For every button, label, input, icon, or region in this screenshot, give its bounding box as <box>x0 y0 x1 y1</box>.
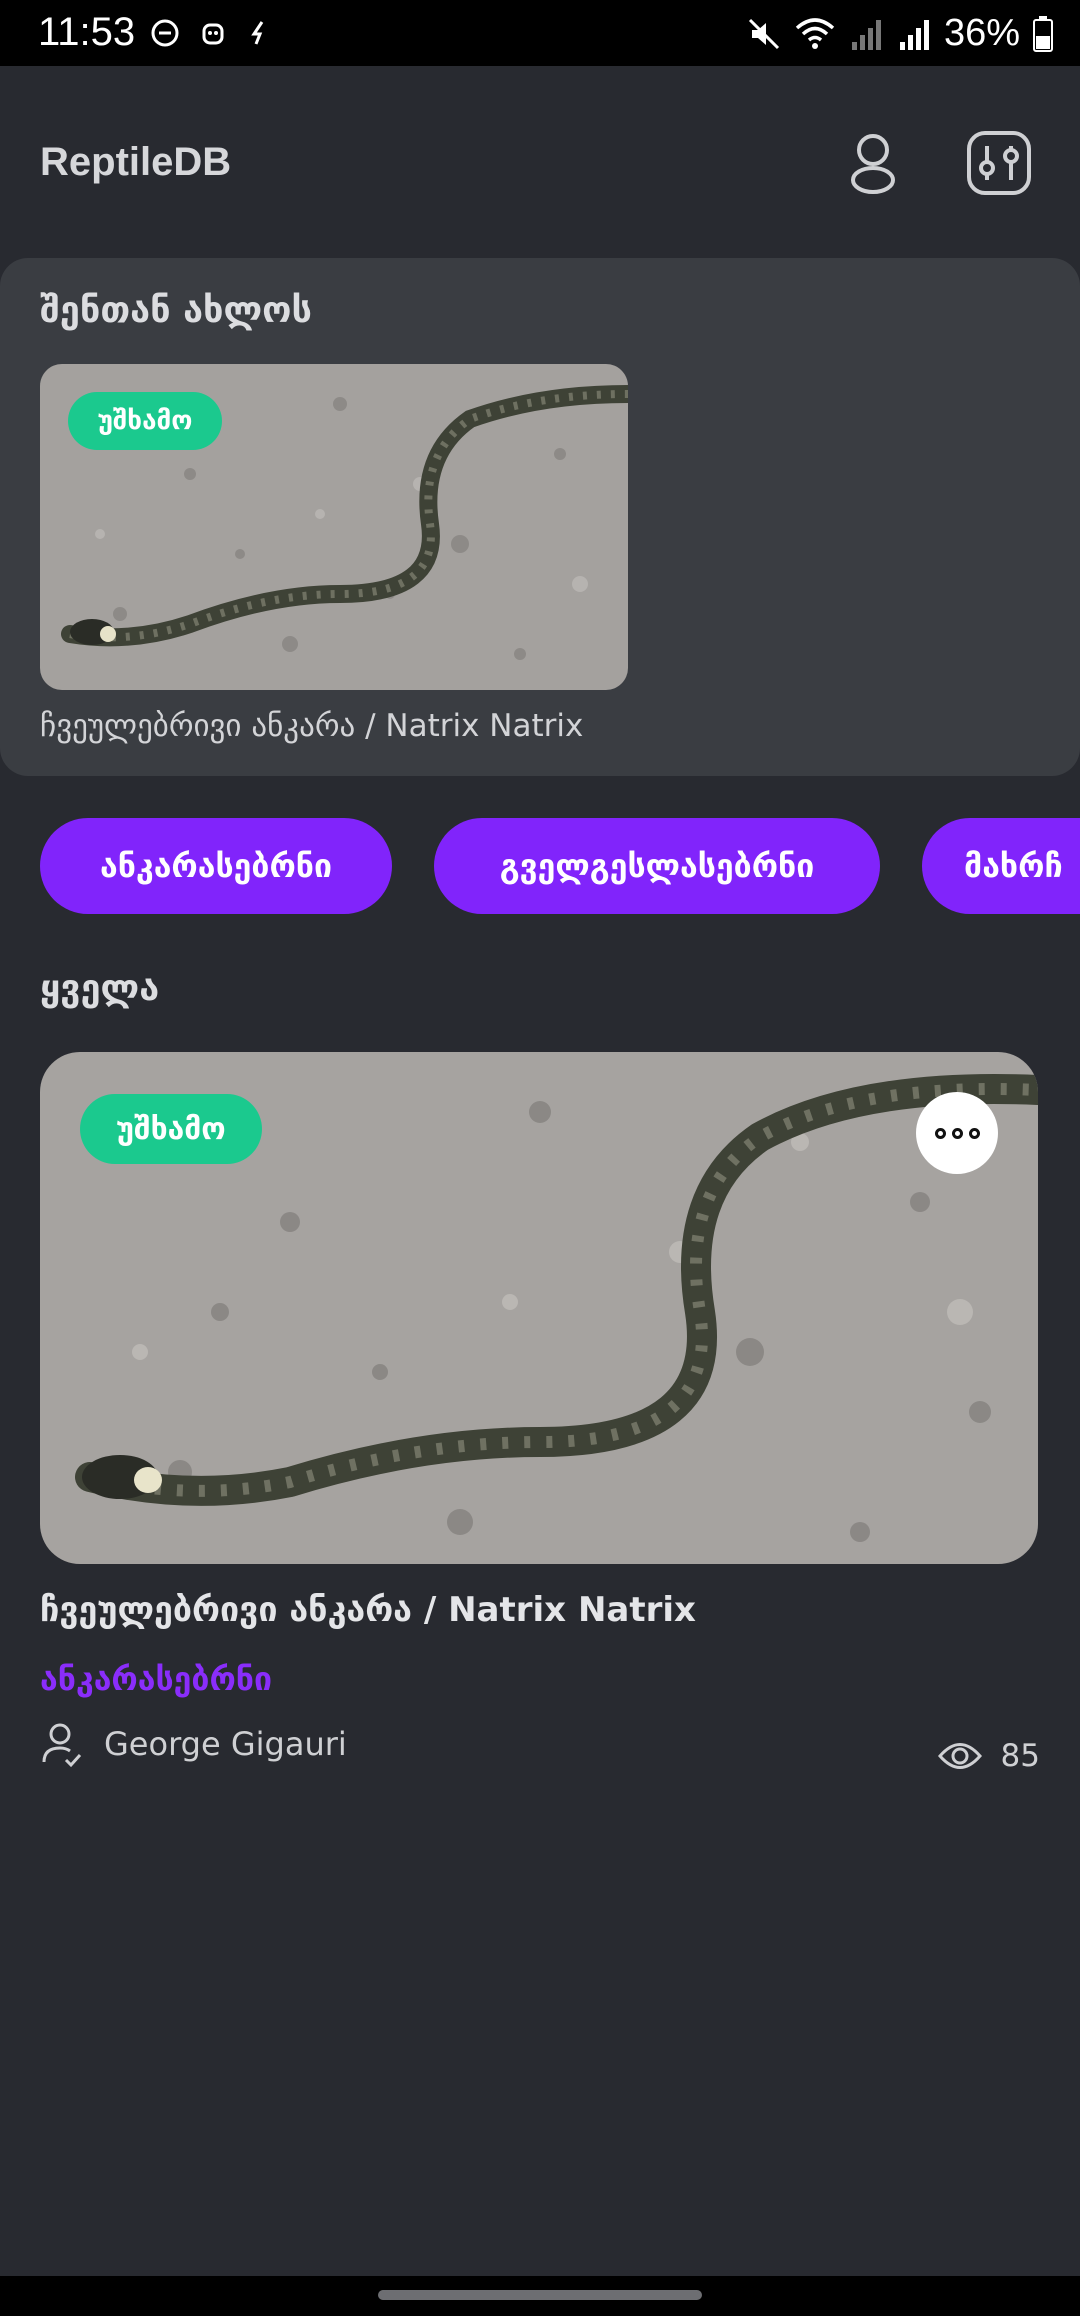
chip-vipers[interactable]: გველგესლასებრნი <box>434 818 880 914</box>
wifi-icon <box>795 17 835 49</box>
eye-icon <box>937 1743 982 1769</box>
status-right-icons: 36% <box>746 12 1054 55</box>
dot-icon <box>951 1127 963 1139</box>
sync-icon <box>251 21 264 45</box>
author-name: George Gigauri <box>104 1725 347 1763</box>
dot-icon <box>968 1127 980 1139</box>
app-bar: ReptileDB <box>0 66 1080 256</box>
robot-icon <box>202 23 224 45</box>
chip-colubrids[interactable]: ანკარასებრნი <box>40 818 392 914</box>
more-options-button[interactable] <box>916 1092 998 1174</box>
battery-icon <box>1033 15 1053 52</box>
status-time: 11:53 <box>38 10 136 54</box>
card-title[interactable]: ჩვეულებრივი ანკარა / Natrix Natrix <box>40 1590 696 1630</box>
mute-icon <box>748 18 779 49</box>
nonvenomous-badge: უშხამო <box>68 392 222 450</box>
chip-boas[interactable]: მახრჩ <box>922 818 1080 914</box>
views-value: 85 <box>1000 1738 1040 1774</box>
user-check-icon <box>42 1723 82 1768</box>
profile-icon[interactable] <box>838 128 908 198</box>
signal-icon <box>851 19 881 50</box>
signal-icon-2 <box>899 19 929 50</box>
app-title: ReptileDB <box>40 140 232 184</box>
status-left-icons <box>150 18 272 48</box>
do-not-disturb-icon <box>151 19 179 47</box>
nearby-caption[interactable]: ჩვეულებრივი ანკარა / Natrix Natrix <box>40 708 583 744</box>
all-title: ყველა <box>40 968 160 1009</box>
dot-icon <box>934 1127 946 1139</box>
home-indicator[interactable] <box>378 2290 702 2300</box>
filter-settings-icon[interactable] <box>964 128 1034 198</box>
battery-percent: 36% <box>943 12 1020 54</box>
nonvenomous-badge-main: უშხამო <box>80 1094 262 1164</box>
main-snake-image[interactable]: უშხამო <box>40 1052 1038 1564</box>
card-category-link[interactable]: ანკარასებრნი <box>40 1660 272 1698</box>
author-info: George Gigauri <box>40 1720 347 1768</box>
nearby-snake-image[interactable]: უშხამო <box>40 364 628 690</box>
nearby-section: შენთან ახლოს უშხამო ჩვეულებრივი ანკარა /… <box>0 258 1080 776</box>
category-chips: ანკარასებრნი გველგესლასებრნი მახრჩ <box>40 818 1080 914</box>
status-bar: 11:53 36% <box>0 0 1080 66</box>
view-count: 85 <box>937 1738 1040 1774</box>
nearby-title: შენთან ახლოს <box>40 290 312 331</box>
